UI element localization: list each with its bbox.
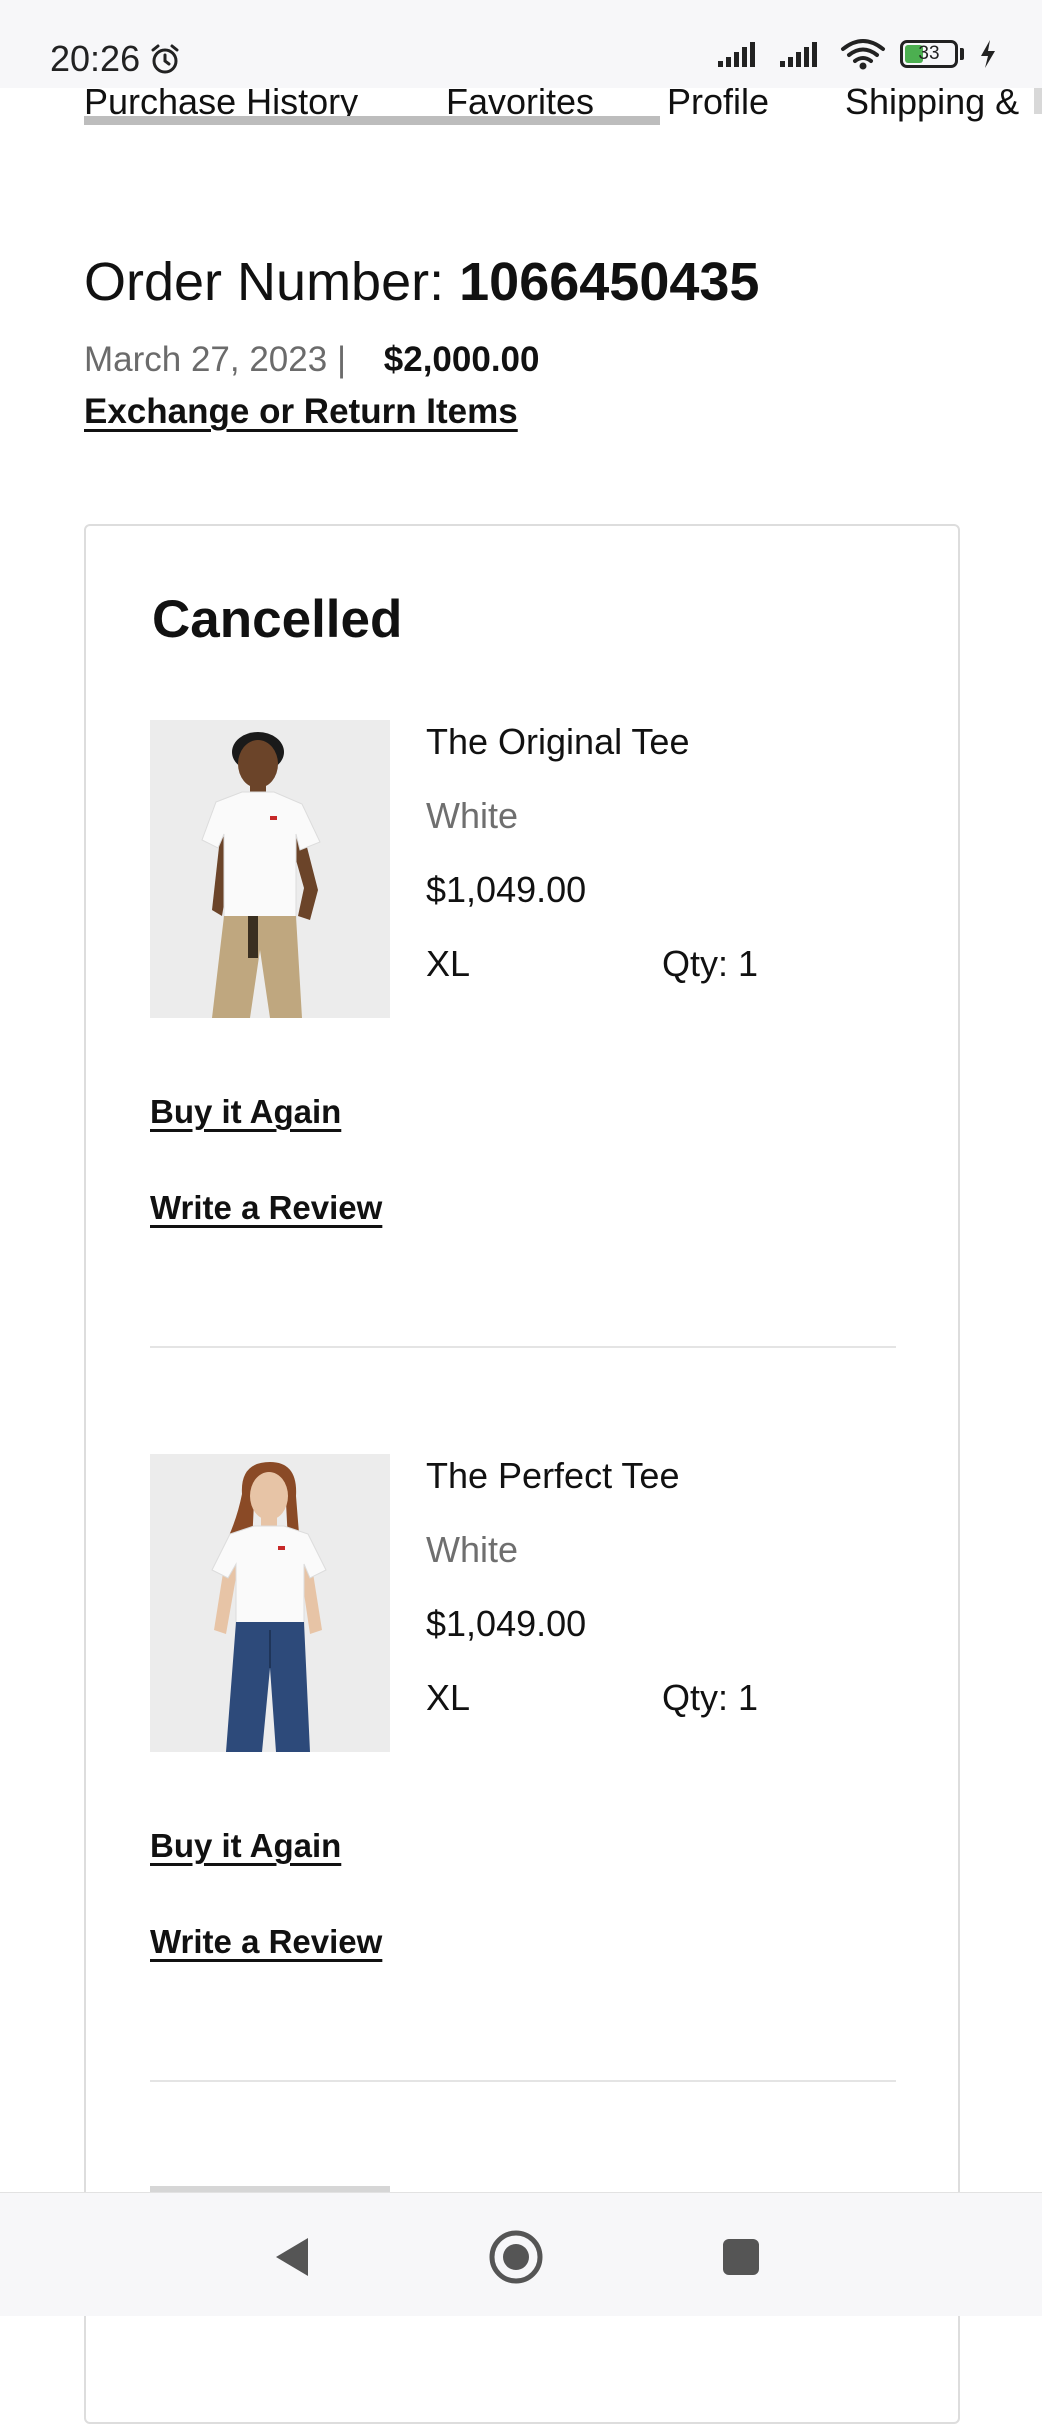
- order-status-card: Cancelled The Original Tee White $1,049.…: [84, 524, 960, 2424]
- back-icon[interactable]: [262, 2227, 322, 2287]
- item-color: White: [426, 795, 519, 836]
- item-size: XL: [426, 1677, 471, 1718]
- item-name[interactable]: The Perfect Tee: [426, 1454, 679, 1498]
- alarm-icon: [151, 44, 179, 74]
- item-name[interactable]: The Original Tee: [426, 720, 689, 764]
- buy-again-link[interactable]: Buy it Again: [150, 1090, 341, 1134]
- order-meta-separator: |: [336, 340, 347, 379]
- system-nav-bar: [0, 2192, 1042, 2316]
- item-price: $1,049.00: [426, 1603, 587, 1644]
- write-review-link[interactable]: Write a Review: [150, 1186, 382, 1230]
- order-item: The Original Tee White $1,049.00 XL Qty:…: [150, 720, 896, 1380]
- battery-icon: 33: [900, 40, 964, 68]
- battery-level: 33: [918, 43, 940, 64]
- tab-scroll-edge: [1034, 88, 1042, 114]
- product-photo-original-tee[interactable]: [150, 720, 390, 1018]
- recents-icon[interactable]: [711, 2227, 771, 2287]
- exchange-return-link[interactable]: Exchange or Return Items: [84, 390, 518, 434]
- write-review-link[interactable]: Write a Review: [150, 1920, 382, 1964]
- product-photo-perfect-tee[interactable]: [150, 1454, 390, 1752]
- item-quantity: Qty: 1: [662, 1677, 759, 1718]
- item-color: White: [426, 1529, 519, 1570]
- status-bar: 20:26 33: [0, 0, 1042, 88]
- signal-icon: [718, 42, 755, 67]
- item-price: $1,049.00: [426, 869, 587, 910]
- item-quantity: Qty: 1: [662, 943, 759, 984]
- tab-shipping[interactable]: Shipping &: [845, 80, 1019, 124]
- order-total: $2,000.00: [383, 340, 540, 379]
- order-item: The Perfect Tee White $1,049.00 XL Qty: …: [150, 1454, 896, 2114]
- tab-profile[interactable]: Profile: [667, 80, 769, 124]
- buy-again-link[interactable]: Buy it Again: [150, 1824, 341, 1868]
- signal-icon: [780, 42, 817, 67]
- status-time: 20:26: [50, 38, 141, 79]
- item-divider: [150, 1346, 896, 1348]
- order-title: Order Number: 1066450435: [84, 250, 759, 314]
- order-number: 1066450435: [459, 252, 760, 312]
- order-date: March 27, 2023: [84, 340, 328, 379]
- home-icon[interactable]: [486, 2227, 546, 2287]
- order-meta: March 27, 2023 | $2,000.00: [84, 338, 540, 382]
- charging-icon: [981, 40, 995, 68]
- status-icons: 33: [716, 38, 998, 70]
- item-size: XL: [426, 943, 471, 984]
- item-divider: [150, 2080, 896, 2082]
- order-status-heading: Cancelled: [152, 590, 403, 649]
- wifi-icon: [841, 39, 885, 70]
- tab-scroll-indicator: [84, 116, 660, 125]
- status-time-group: 20:26: [50, 38, 182, 80]
- order-number-label: Order Number:: [84, 252, 445, 312]
